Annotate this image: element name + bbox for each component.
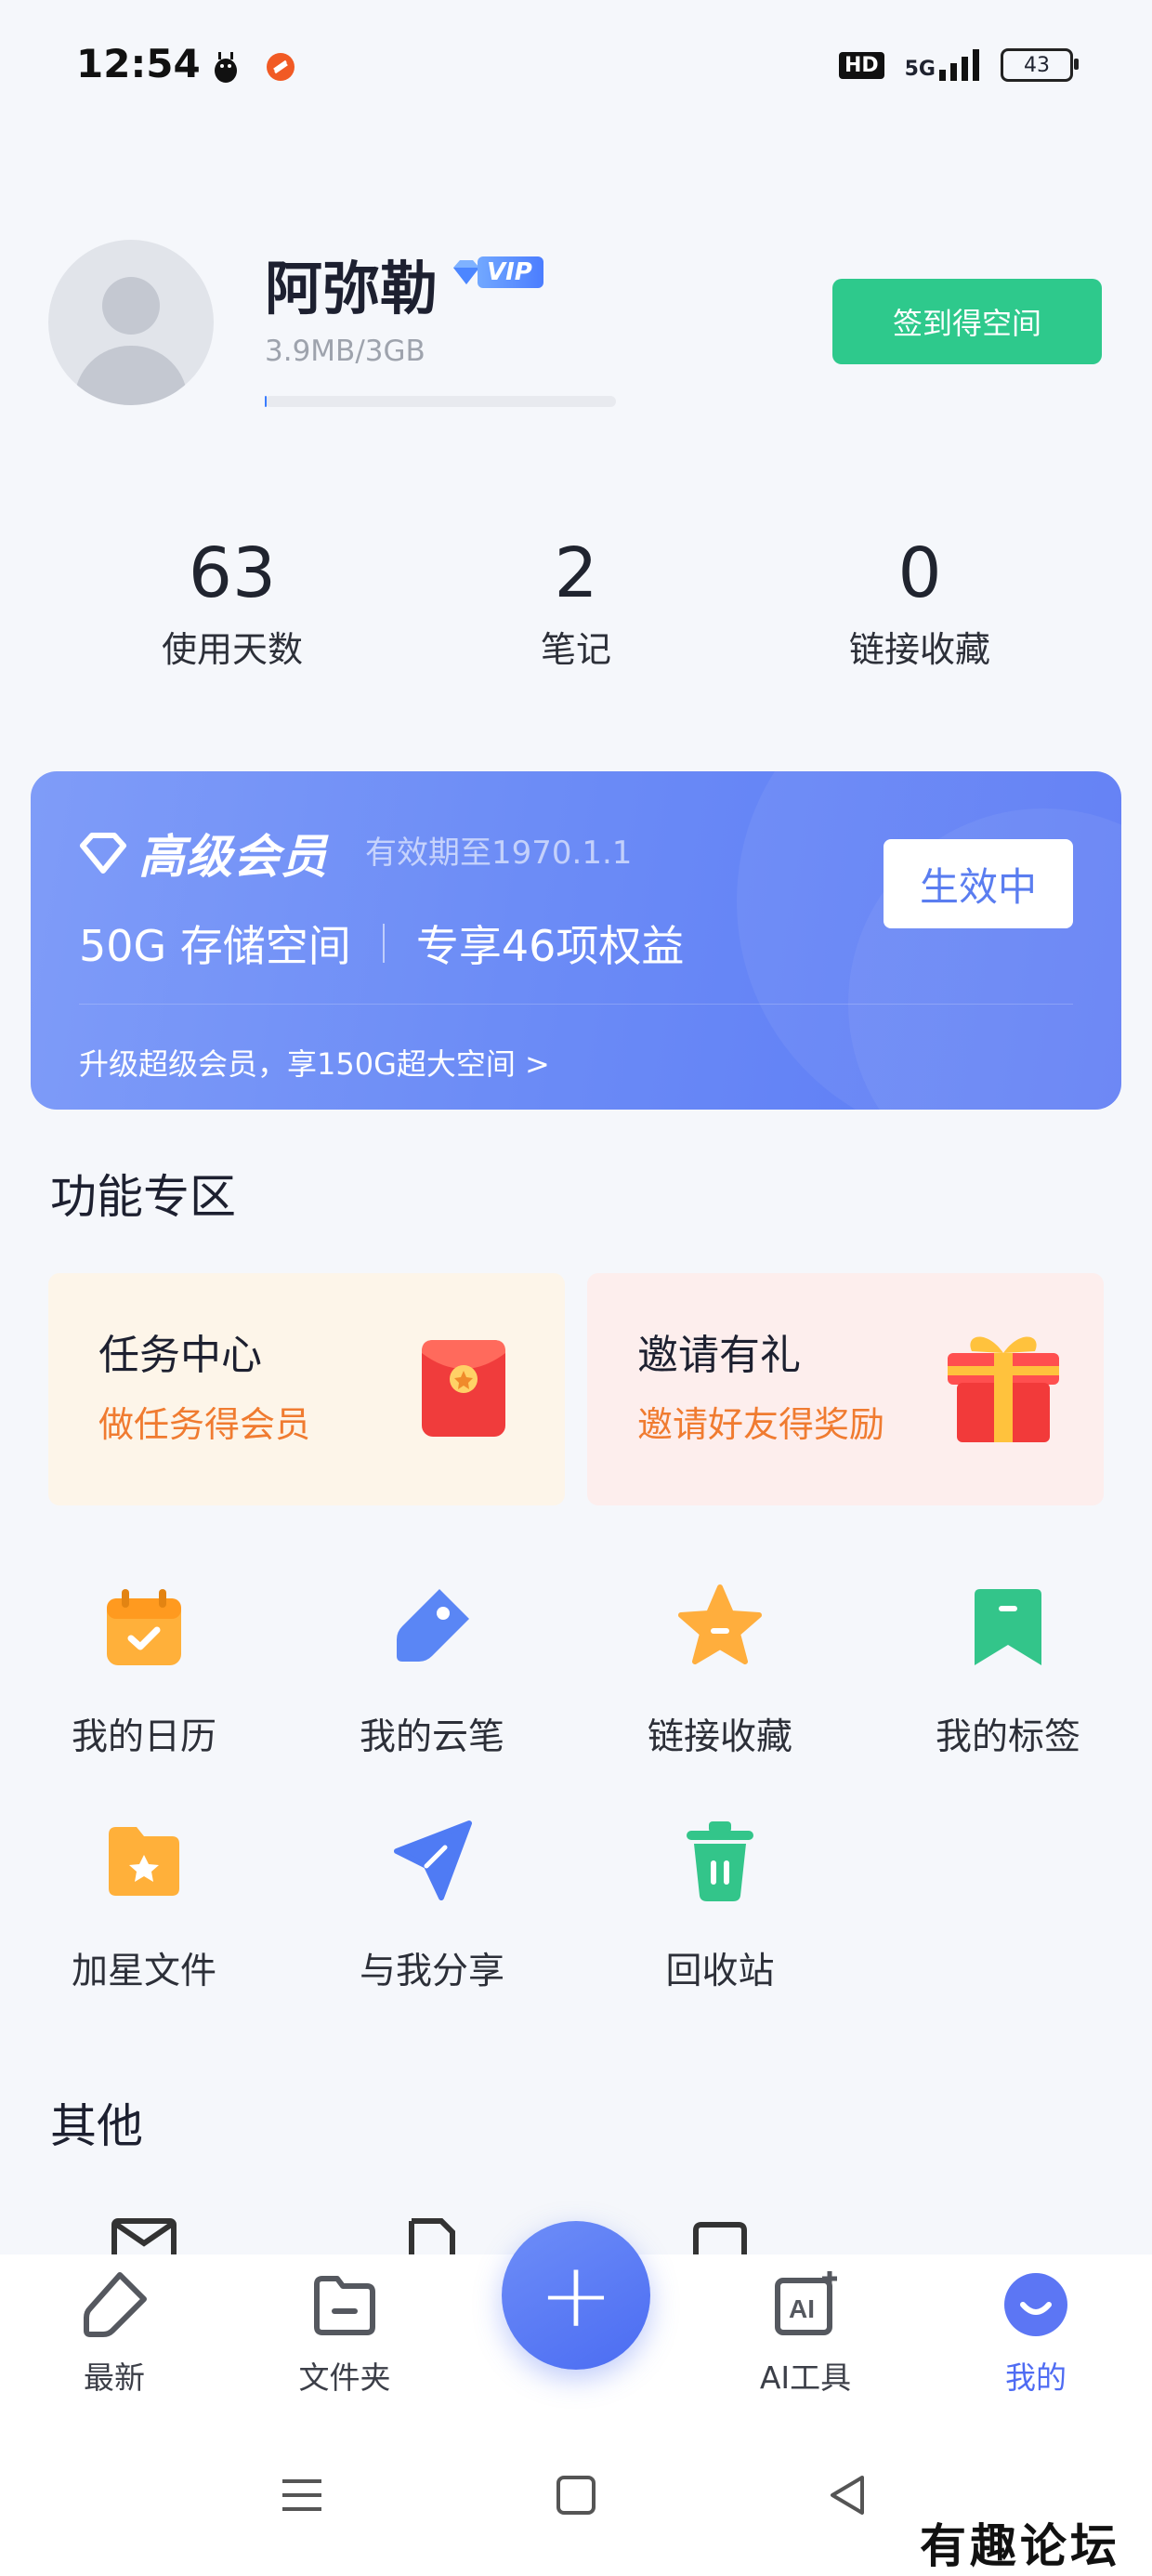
star-icon [678,1584,762,1664]
grid-item-label: 我的日历 [71,1716,216,1758]
vip-badge[interactable]: VIP [450,254,543,291]
stat-usage-days[interactable]: 63 使用天数 [93,532,372,672]
calendar-icon [107,1589,181,1665]
avatar[interactable] [48,240,214,405]
grid-item-calendar[interactable]: 我的日历 [0,1580,288,1760]
grid-item-label: 与我分享 [359,1951,504,1992]
grid-item-link-favorites[interactable]: 链接收藏 [576,1580,864,1760]
storage-progress-fill [265,396,267,407]
battery-icon: 43 [1001,48,1079,82]
diamond-icon [80,833,126,874]
trash-icon [687,1821,753,1901]
folder-icon [314,2276,375,2335]
stat-label: 链接收藏 [848,629,990,670]
vip-benefits: 50G 存储空间 专享46项权益 [79,913,684,974]
promo-subtitle: 做任务得会员 [98,1404,311,1445]
cloud-pen-icon [397,1589,469,1662]
grid-item-shared-with-me[interactable]: 与我分享 [288,1814,576,1994]
stat-value: 0 [897,533,942,613]
section-title-other: 其他 [50,2099,143,2153]
stat-notes[interactable]: 2 笔记 [437,532,715,672]
nav-item-label: 文件夹 [298,2359,391,2396]
status-time: 12:54 [76,41,201,86]
storage-usage: 3.9MB/3GB [265,335,425,368]
red-envelope-icon [422,1340,505,1437]
nav-item-profile[interactable]: 我的 [957,2267,1115,2398]
signin-button[interactable]: 签到得空间 [832,279,1102,364]
promo-title: 邀请有礼 [637,1332,801,1379]
promo-subtitle: 邀请好友得奖励 [637,1404,885,1445]
promo-title: 任务中心 [98,1332,262,1379]
grid-item-label: 我的标签 [935,1716,1080,1758]
nav-item-recent[interactable]: 最新 [35,2267,193,2398]
app-notification-icon [266,52,295,82]
battery-level: 43 [1024,53,1050,77]
stat-label: 使用天数 [161,629,303,670]
shopping-bag-icon[interactable] [683,2202,757,2258]
profile-icon [1004,2273,1067,2336]
stat-value: 2 [554,533,598,613]
hd-badge: HD [838,51,884,79]
home-icon[interactable] [556,2472,596,2518]
vip-expire-date: 有效期至1970.1.1 [365,835,633,872]
grid-item-label: 我的云笔 [359,1716,504,1758]
storage-progress-bar [265,396,616,407]
vip-card-title: 高级会员 [79,820,328,887]
grid-item-bookmark[interactable]: 我的标签 [864,1580,1152,1760]
stat-link-favorites[interactable]: 0 链接收藏 [780,532,1059,672]
grid-item-label: 加星文件 [71,1951,216,1992]
invite-gift-card[interactable]: 邀请有礼 邀请好友得奖励 [587,1273,1104,1505]
starred-folder-icon [109,1827,179,1896]
username: 阿弥勒 [265,255,439,322]
android-bug-icon [212,50,240,84]
send-icon [394,1820,472,1900]
nav-item-label: AI工具 [759,2359,852,2396]
menu-icon[interactable] [279,2472,325,2518]
vip-card-title-text: 高级会员 [138,830,328,884]
gift-box-icon [948,1336,1059,1442]
stat-value: 63 [188,533,277,613]
ai-tools-icon: AI [775,2271,837,2335]
section-title-features: 功能专区 [50,1170,236,1224]
vip-storage-benefit: 50G 存储空间 [79,921,351,971]
document-icon[interactable] [395,2202,469,2258]
vip-upgrade-link[interactable]: 升级超级会员，享150G超大空间 > [79,1041,550,1084]
vip-status-button[interactable]: 生效中 [884,839,1073,928]
back-icon[interactable] [827,2472,868,2518]
task-center-card[interactable]: 任务中心 做任务得会员 [48,1273,565,1505]
watermark: 有趣论坛 [920,2518,1120,2573]
grid-item-cloud-pen[interactable]: 我的云笔 [288,1580,576,1760]
grid-item-starred-files[interactable]: 加星文件 [0,1814,288,1994]
svg-text:AI: AI [789,2294,815,2323]
network-type: 5G [904,58,936,81]
recent-icon [84,2272,147,2337]
vip-label: VIP [478,256,543,288]
nav-item-label: 我的 [1005,2359,1067,2396]
status-indicators: HD 5G 43 [838,48,1079,82]
stat-label: 笔记 [540,629,611,670]
nav-item-label: 最新 [84,2359,145,2396]
add-button[interactable]: + [502,2221,650,2370]
mail-icon[interactable] [107,2202,181,2258]
signal-icon: 5G [905,49,980,81]
vip-membership-card[interactable]: 高级会员 有效期至1970.1.1 50G 存储空间 专享46项权益 升级超级会… [31,771,1121,1110]
vip-rights-benefit: 专享46项权益 [415,921,685,971]
grid-item-label: 链接收藏 [647,1716,792,1758]
nav-item-ai-tools[interactable]: AI AI工具 [727,2267,884,2398]
grid-item-label: 回收站 [665,1951,775,1992]
grid-item-recycle-bin[interactable]: 回收站 [576,1814,864,1994]
plus-icon: + [538,2243,614,2347]
nav-item-folder[interactable]: 文件夹 [266,2267,424,2398]
bookmark-icon [975,1589,1041,1665]
